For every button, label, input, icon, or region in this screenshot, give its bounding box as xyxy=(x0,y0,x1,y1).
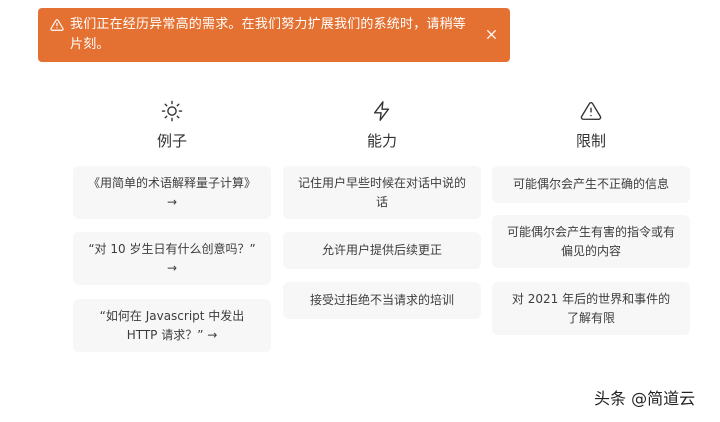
limitation-card-knowledge: 对 2021 年后的世界和事件的了解有限 xyxy=(492,282,690,335)
examples-title: 例子 xyxy=(156,132,187,150)
limitation-card-harmful: 可能偶尔会产生有害的指令或有偏见的内容 xyxy=(492,215,690,268)
warning-icon xyxy=(50,19,64,31)
high-demand-alert: 我们正在经历异常高的需求。在我们努力扩展我们的系统时，请稍等片刻。 xyxy=(38,8,510,62)
capability-card-refusal: 接受过拒绝不当请求的培训 xyxy=(283,282,481,319)
capabilities-title: 能力 xyxy=(366,132,397,150)
page: 我们正在经历异常高的需求。在我们努力扩展我们的系统时，请稍等片刻。 例子 《用简… xyxy=(0,0,720,422)
capability-card-memory: 记住用户早些时候在对话中说的话 xyxy=(283,166,481,219)
limitations-column: 限制 可能偶尔会产生不正确的信息 可能偶尔会产生有害的指令或有偏见的内容 对 2… xyxy=(492,100,690,335)
alert-message: 我们正在经历异常高的需求。在我们努力扩展我们的系统时，请稍等片刻。 xyxy=(70,17,467,52)
example-card-http[interactable]: “如何在 Javascript 中发出 HTTP 请求？” → xyxy=(73,299,271,352)
lightning-icon xyxy=(373,101,390,121)
example-card-quantum[interactable]: 《用简单的术语解释量子计算》 → xyxy=(73,166,271,219)
limitations-title: 限制 xyxy=(575,132,606,150)
close-icon[interactable] xyxy=(485,28,498,41)
capability-card-corrections: 允许用户提供后续更正 xyxy=(283,232,481,269)
watermark-text: 头条 @简道云 xyxy=(594,389,696,408)
warning-triangle-icon xyxy=(580,102,602,120)
limitation-card-incorrect: 可能偶尔会产生不正确的信息 xyxy=(492,166,690,203)
capabilities-column: 能力 记住用户早些时候在对话中说的话 允许用户提供后续更正 接受过拒绝不当请求的… xyxy=(283,100,481,319)
examples-column: 例子 《用简单的术语解释量子计算》 → “对 10 岁生日有什么创意吗？” → … xyxy=(73,100,271,352)
sun-icon xyxy=(161,100,183,122)
example-card-birthday[interactable]: “对 10 岁生日有什么创意吗？” → xyxy=(73,232,271,285)
